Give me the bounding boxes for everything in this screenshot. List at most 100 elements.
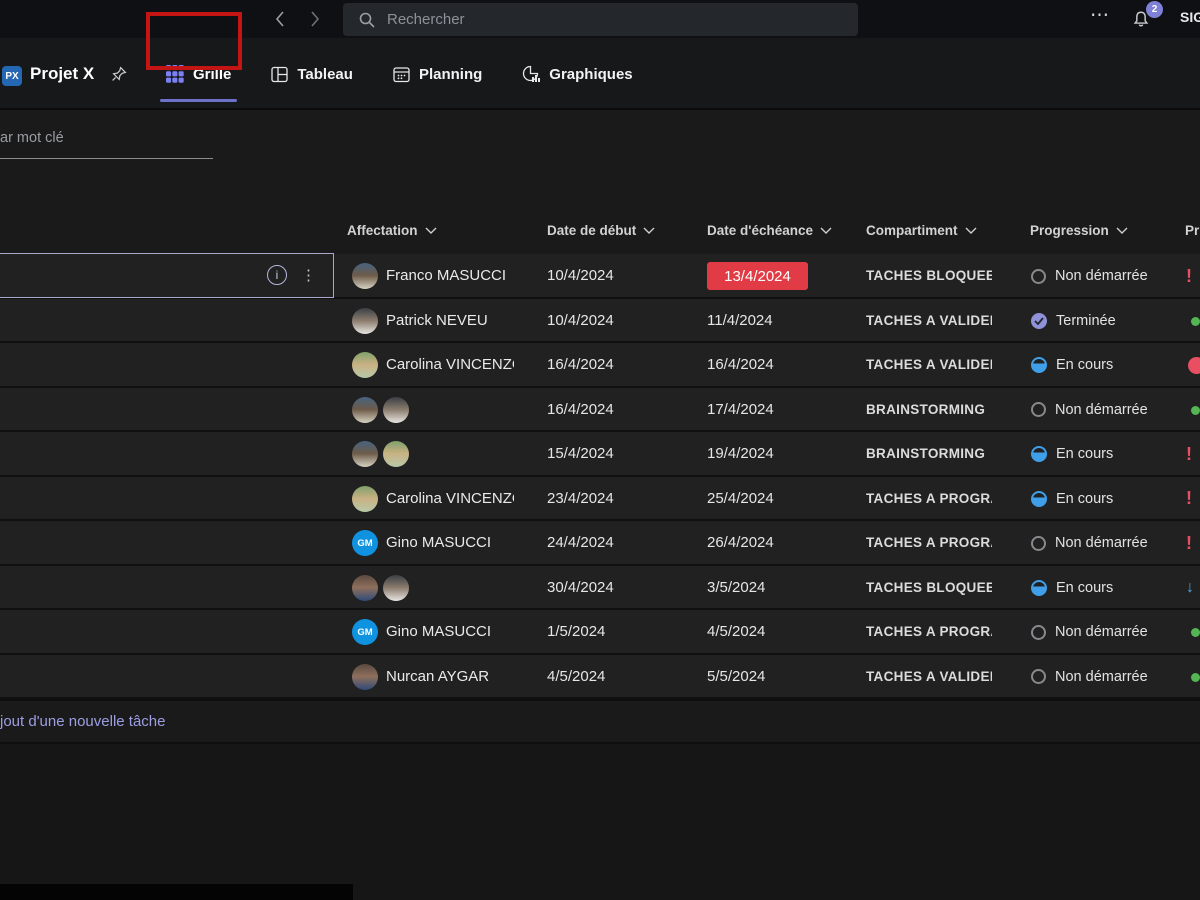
progress-cell[interactable]: En cours xyxy=(1031,343,1153,388)
assignee-name: Nurcan AYGAR xyxy=(386,668,514,685)
start-date-cell[interactable]: 1/5/2024 xyxy=(547,623,605,640)
start-date-cell[interactable]: 15/4/2024 xyxy=(547,445,614,462)
tab-label: Planning xyxy=(419,66,482,83)
start-date-cell[interactable]: 4/5/2024 xyxy=(547,668,605,685)
priority-medium-icon[interactable] xyxy=(1191,673,1200,682)
due-date-cell[interactable]: 26/4/2024 xyxy=(707,534,774,551)
priority-high-icon[interactable]: ! xyxy=(1186,432,1192,477)
add-task-label: jout d'une nouvelle tâche xyxy=(0,713,166,730)
tab-label: Grille xyxy=(193,66,231,83)
priority-high-icon[interactable]: ! xyxy=(1186,254,1192,299)
progress-cell[interactable]: Non démarrée xyxy=(1031,254,1152,299)
progress-cell[interactable]: En cours xyxy=(1031,477,1153,522)
account-label[interactable]: SIG xyxy=(1180,9,1200,25)
table-row[interactable]: GMGino MASUCCI1/5/20244/5/2024TACHES A P… xyxy=(0,610,1200,655)
bucket-cell[interactable]: TACHES BLOQUEES xyxy=(866,268,992,283)
due-date-cell[interactable]: 3/5/2024 xyxy=(707,579,765,596)
chevron-down-icon xyxy=(965,227,977,234)
table-row[interactable]: 16/4/2024 17/4/2024 BRAINSTORMING Non démar… xyxy=(0,388,1200,433)
table-row[interactable]: Patrick NEVEU 10/4/2024 11/4/2024 TACHES A … xyxy=(0,299,1200,344)
priority-medium-icon[interactable] xyxy=(1191,406,1200,415)
bucket-cell[interactable]: TACHES A VALIDER xyxy=(866,357,992,372)
column-header-label: Priorité xyxy=(1185,223,1200,238)
column-header-affectation[interactable]: Affectation xyxy=(347,223,517,238)
forward-icon[interactable] xyxy=(306,7,324,31)
column-header-progression[interactable]: Progression xyxy=(1030,223,1160,238)
priority-high-icon[interactable]: ! xyxy=(1186,477,1192,522)
selected-task-cell[interactable]: i⋮ xyxy=(0,253,334,298)
table-row[interactable]: i⋮Franco MASUCCI10/4/202413/4/2024TACHES… xyxy=(0,254,1200,299)
bucket-cell[interactable]: TACHES BLOQUEES xyxy=(866,580,992,595)
start-date-cell[interactable]: 16/4/2024 xyxy=(547,401,614,418)
table-row[interactable]: Carolina VINCENZO23/4/202425/4/2024TACHE… xyxy=(0,477,1200,522)
more-options-icon[interactable]: ⋯ xyxy=(1090,4,1110,27)
info-icon[interactable]: i xyxy=(267,265,287,285)
due-date-cell[interactable]: 5/5/2024 xyxy=(707,668,765,685)
bucket-cell[interactable]: TACHES A PROGRAMMER xyxy=(866,535,992,550)
priority-medium-icon[interactable] xyxy=(1191,317,1200,326)
progress-label: En cours xyxy=(1056,446,1153,462)
table-row[interactable]: GMGino MASUCCI24/4/202426/4/2024TACHES A… xyxy=(0,521,1200,566)
pin-icon[interactable] xyxy=(111,66,127,82)
tab-graphiques[interactable]: Graphiques xyxy=(502,38,652,110)
start-date-cell[interactable]: 24/4/2024 xyxy=(547,534,614,551)
due-date-overdue-badge[interactable]: 13/4/2024 xyxy=(707,262,808,290)
due-date-cell[interactable]: 17/4/2024 xyxy=(707,401,774,418)
start-date-cell[interactable]: 23/4/2024 xyxy=(547,490,614,507)
column-header-priorit-[interactable]: Priorité xyxy=(1185,223,1200,238)
bucket-cell[interactable]: BRAINSTORMING xyxy=(866,446,992,461)
progress-cell[interactable]: Non démarrée xyxy=(1031,388,1152,433)
due-date-cell[interactable]: 19/4/2024 xyxy=(707,445,774,462)
priority-medium-icon[interactable] xyxy=(1191,628,1200,637)
avatar xyxy=(383,441,409,467)
progress-cell[interactable]: Terminée xyxy=(1031,299,1153,344)
progress-cell[interactable]: En cours xyxy=(1031,432,1153,477)
progress-cell[interactable]: Non démarrée xyxy=(1031,655,1152,700)
column-header-date-d-ch-ance[interactable]: Date d'échéance xyxy=(707,223,867,238)
column-header-date-de-d-but[interactable]: Date de début xyxy=(547,223,697,238)
priority-low-icon[interactable]: ↓ xyxy=(1186,566,1194,611)
progress-cell[interactable]: Non démarrée xyxy=(1031,521,1152,566)
due-date-cell[interactable]: 25/4/2024 xyxy=(707,490,774,507)
assignee-name: Patrick NEVEU xyxy=(386,312,514,329)
start-date-cell[interactable]: 10/4/2024 xyxy=(547,312,614,329)
progress-cell[interactable]: En cours xyxy=(1031,566,1153,611)
start-date-cell[interactable]: 10/4/2024 xyxy=(547,267,614,284)
tab-grille[interactable]: Grille xyxy=(146,38,251,110)
tab-planning[interactable]: Planning xyxy=(373,38,502,110)
progress-notstarted-icon xyxy=(1031,536,1046,551)
column-header-compartiment[interactable]: Compartiment xyxy=(866,223,1016,238)
search-input[interactable]: Rechercher xyxy=(343,3,858,36)
bucket-cell[interactable]: BRAINSTORMING xyxy=(866,402,992,417)
due-date-cell[interactable]: 4/5/2024 xyxy=(707,623,765,640)
bucket-cell[interactable]: TACHES A PROGRAMMER xyxy=(866,491,992,506)
start-date-cell[interactable]: 30/4/2024 xyxy=(547,579,614,596)
table-row[interactable]: Nurcan AYGAR 4/5/2024 5/5/2024 TACHES A VAL… xyxy=(0,655,1200,700)
board-icon xyxy=(271,66,288,83)
table-row[interactable]: 30/4/2024 3/5/2024 TACHES BLOQUEES En cours… xyxy=(0,566,1200,611)
priority-urgent-icon[interactable] xyxy=(1188,357,1200,374)
due-date-cell[interactable]: 11/4/2024 xyxy=(707,312,773,329)
progress-label: En cours xyxy=(1056,580,1153,596)
due-date-cell[interactable]: 16/4/2024 xyxy=(707,356,774,373)
table-row[interactable]: Carolina VINCENZO16/4/202416/4/2024TACHE… xyxy=(0,343,1200,388)
back-icon[interactable] xyxy=(271,7,289,31)
progress-inprogress-icon xyxy=(1031,491,1047,507)
column-header-label: Compartiment xyxy=(866,223,958,238)
row-more-icon[interactable]: ⋮ xyxy=(301,266,316,284)
table-row[interactable]: 15/4/2024 19/4/2024 BRAINSTORMING En cours! xyxy=(0,432,1200,477)
tab-tableau[interactable]: Tableau xyxy=(251,38,373,110)
bucket-cell[interactable]: TACHES A PROGRAMMER xyxy=(866,624,992,639)
add-task-button[interactable]: jout d'une nouvelle tâche xyxy=(0,699,1200,744)
tab-label: Tableau xyxy=(297,66,353,83)
priority-high-icon[interactable]: ! xyxy=(1186,521,1192,566)
progress-notstarted-icon xyxy=(1031,269,1046,284)
start-date-cell[interactable]: 16/4/2024 xyxy=(547,356,614,373)
avatar xyxy=(352,441,378,467)
notifications-button[interactable]: 2 xyxy=(1132,6,1166,34)
assignee-name: Franco MASUCCI xyxy=(386,267,514,284)
bucket-cell[interactable]: TACHES A VALIDER xyxy=(866,669,992,684)
bucket-cell[interactable]: TACHES A VALIDER xyxy=(866,313,992,328)
keyword-filter-input[interactable]: ar mot clé xyxy=(0,126,213,159)
progress-cell[interactable]: Non démarrée xyxy=(1031,610,1152,655)
